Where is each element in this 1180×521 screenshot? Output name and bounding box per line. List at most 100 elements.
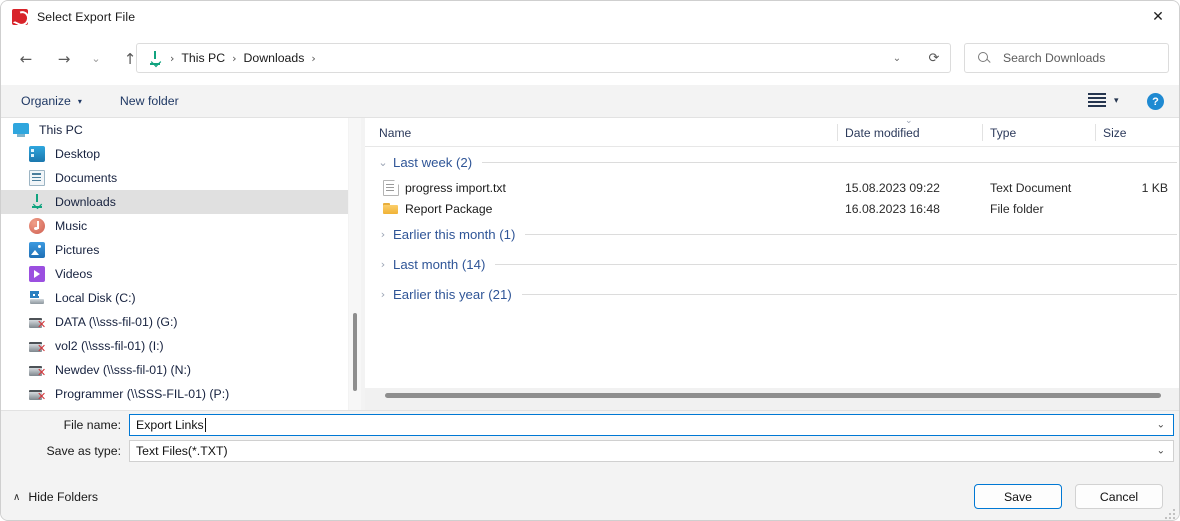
chevron-up-icon: ∧ xyxy=(13,491,21,503)
sidebar-item-local-disk-c[interactable]: Local Disk (C:) xyxy=(1,286,348,310)
forward-icon[interactable]: → xyxy=(49,44,79,74)
file-group-label: Earlier this month (1) xyxy=(393,226,516,242)
file-group-label: Last week (2) xyxy=(393,154,473,170)
chevron-right-icon: › xyxy=(380,257,386,271)
file-group-header[interactable]: ⌄ Last week (2) xyxy=(365,147,1179,177)
sidebar-item-label: Videos xyxy=(55,267,93,281)
search-icon xyxy=(977,51,991,65)
column-header-date-modified[interactable]: Date modified xyxy=(845,118,920,147)
pictures-icon xyxy=(29,242,45,258)
address-chevron-down-icon[interactable]: ⌄ xyxy=(886,47,908,69)
text-file-icon xyxy=(383,179,399,196)
view-chevron-down-icon[interactable]: ▾ xyxy=(1114,96,1119,106)
pc-icon xyxy=(13,123,29,137)
window-title: Select Export File xyxy=(37,9,136,24)
group-divider-line xyxy=(525,233,1177,235)
file-name-cell: progress import.txt xyxy=(405,180,506,195)
cancel-button[interactable]: Cancel xyxy=(1075,484,1163,509)
network-drive-icon xyxy=(29,314,46,330)
sidebar-item-desktop[interactable]: Desktop xyxy=(1,142,348,166)
organize-label: Organize xyxy=(21,94,71,108)
sidebar-item-label: Programmer (\\SSS-FIL-01) (P:) xyxy=(55,387,230,401)
sidebar-item-label: Music xyxy=(55,219,88,233)
column-header-row: ⌄ Name Date modified Type Size xyxy=(365,116,1179,147)
column-header-size[interactable]: Size xyxy=(1103,118,1127,147)
chevron-right-icon: › xyxy=(380,227,386,241)
refresh-icon[interactable]: ⟳ xyxy=(922,47,946,69)
group-divider-line xyxy=(495,263,1177,265)
save-as-type-select[interactable]: Text Files(*.TXT) ⌄ xyxy=(129,440,1174,462)
sidebar-scrollbar-thumb[interactable] xyxy=(353,313,357,391)
file-name-input[interactable]: Export Links ⌄ xyxy=(129,414,1174,436)
command-toolbar: Organize ▾ New folder xyxy=(1,85,1179,118)
hide-folders-button[interactable]: ∧ Hide Folders xyxy=(13,490,98,504)
sidebar-item-this-pc[interactable]: This PC xyxy=(1,118,348,142)
sidebar-item-label: Documents xyxy=(55,171,118,185)
sidebar-item-music[interactable]: Music xyxy=(1,214,348,238)
file-list-horizontal-scrollbar[interactable] xyxy=(365,388,1179,410)
breadcrumb-this-pc[interactable]: This PC xyxy=(181,51,225,65)
file-name-value: Export Links xyxy=(136,418,204,432)
file-group-header[interactable]: › Earlier this month (1) xyxy=(365,219,1179,249)
sidebar-item-documents[interactable]: Documents xyxy=(1,166,348,190)
videos-icon xyxy=(29,266,45,282)
group-divider-line xyxy=(521,293,1177,295)
sidebar-item-downloads[interactable]: Downloads xyxy=(1,190,348,214)
column-header-type[interactable]: Type xyxy=(990,118,1016,147)
file-group-header[interactable]: › Last month (14) xyxy=(365,249,1179,279)
hide-folders-label: Hide Folders xyxy=(28,490,99,504)
network-drive-icon xyxy=(29,362,46,378)
resize-grip[interactable] xyxy=(1165,507,1177,519)
sidebar-item-programmer-sss-fil-01-p[interactable]: Programmer (\\SSS-FIL-01) (P:) xyxy=(1,382,348,406)
disk-icon xyxy=(29,290,45,306)
sidebar-item-pictures[interactable]: Pictures xyxy=(1,238,348,262)
breadcrumb-downloads[interactable]: Downloads xyxy=(244,51,305,65)
network-drive-icon xyxy=(29,338,46,354)
search-input[interactable]: Search Downloads xyxy=(964,43,1169,73)
title-bar: Select Export File ✕ xyxy=(1,1,1179,32)
chevron-right-icon: › xyxy=(380,287,386,301)
sidebar-item-label: DATA (\\sss-fil-01) (G:) xyxy=(55,315,178,329)
save-as-type-value: Text Files(*.TXT) xyxy=(136,444,228,458)
file-list-horizontal-scrollbar-thumb[interactable] xyxy=(385,393,1161,398)
file-group-label: Last month (14) xyxy=(393,256,486,272)
table-row[interactable]: Report Package 16.08.2023 16:48 File folde… xyxy=(365,198,1179,219)
column-divider[interactable] xyxy=(1095,124,1096,141)
column-divider[interactable] xyxy=(837,124,838,141)
search-placeholder: Search Downloads xyxy=(1003,51,1106,65)
file-name-chevron-down-icon[interactable]: ⌄ xyxy=(1157,420,1165,431)
organize-button[interactable]: Organize ▾ xyxy=(15,89,88,113)
save-as-type-chevron-down-icon[interactable]: ⌄ xyxy=(1157,446,1165,457)
view-layout-icon[interactable] xyxy=(1088,93,1106,109)
sidebar-item-vol2-sss-fil-01-i[interactable]: vol2 (\\sss-fil-01) (I:) xyxy=(1,334,348,358)
downloads-icon xyxy=(29,194,45,210)
column-header-name[interactable]: Name xyxy=(379,118,411,147)
help-icon[interactable]: ? xyxy=(1147,93,1164,110)
desktop-icon xyxy=(29,146,45,162)
column-divider[interactable] xyxy=(982,124,983,141)
sidebar-item-data-sss-fil-01-g[interactable]: DATA (\\sss-fil-01) (G:) xyxy=(1,310,348,334)
breadcrumb-separator: › xyxy=(170,51,175,65)
chevron-down-icon: ⌄ xyxy=(378,155,388,169)
network-drive-icon xyxy=(29,386,46,402)
sidebar-item-label: Desktop xyxy=(55,147,101,161)
recent-locations-icon[interactable]: ⌄ xyxy=(85,44,107,74)
music-icon xyxy=(29,218,45,234)
address-bar[interactable]: › This PC › Downloads › xyxy=(136,43,951,73)
sidebar-item-videos[interactable]: Videos xyxy=(1,262,348,286)
select-export-file-dialog: Select Export File ✕ ← → ⌄ ↑ › This PC ›… xyxy=(0,0,1180,521)
sidebar-item-newdev-sss-fil-01-n[interactable]: Newdev (\\sss-fil-01) (N:) xyxy=(1,358,348,382)
date-modified-cell: 15.08.2023 09:22 xyxy=(845,180,940,195)
sidebar-item-label: Newdev (\\sss-fil-01) (N:) xyxy=(55,363,191,377)
file-name-label: File name: xyxy=(63,418,121,432)
type-cell: Text Document xyxy=(990,180,1072,195)
table-row[interactable]: progress import.txt 15.08.2023 09:22 Text … xyxy=(365,177,1179,198)
new-folder-button[interactable]: New folder xyxy=(114,89,185,113)
documents-icon xyxy=(29,170,45,186)
close-icon[interactable]: ✕ xyxy=(1135,1,1179,32)
save-button[interactable]: Save xyxy=(974,484,1062,509)
back-icon[interactable]: ← xyxy=(11,44,41,74)
file-group-header[interactable]: › Earlier this year (21) xyxy=(365,279,1179,309)
date-modified-cell: 16.08.2023 16:48 xyxy=(845,201,940,216)
navigation-pane: This PC Desktop Documents Downloads Music Pic… xyxy=(1,118,348,410)
